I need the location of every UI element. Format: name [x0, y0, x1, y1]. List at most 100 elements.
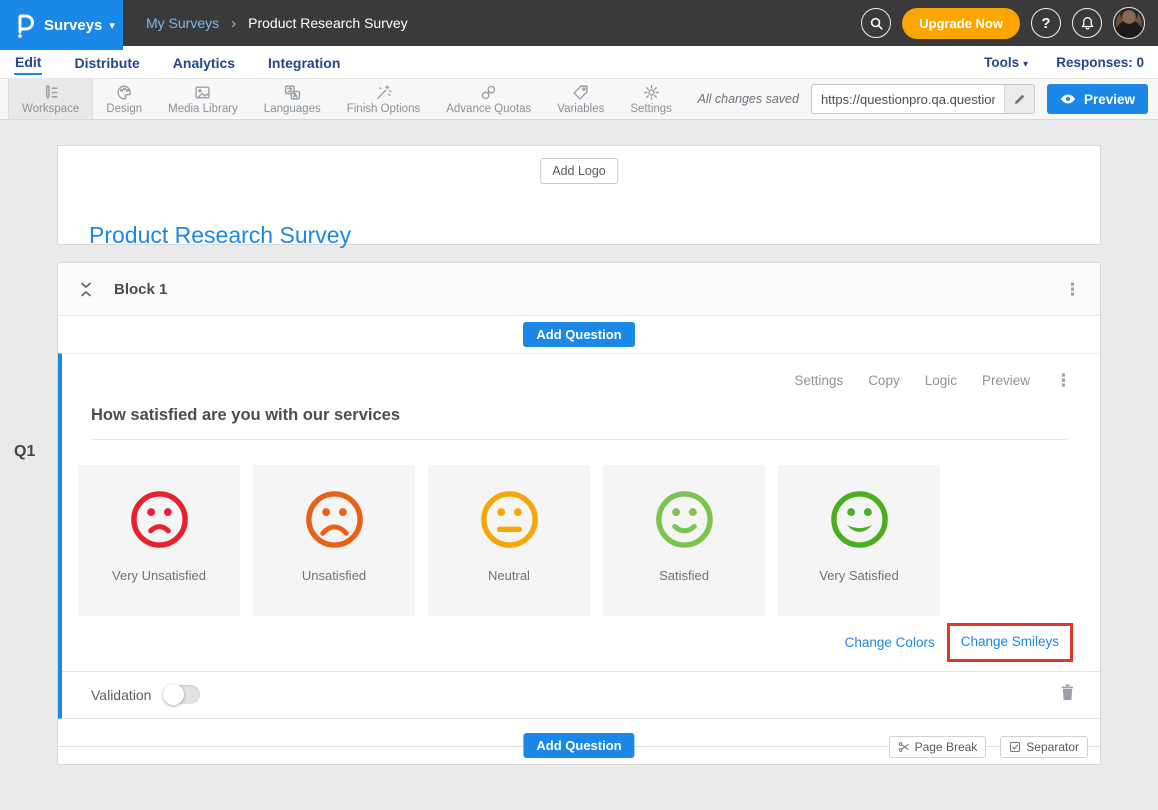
breadcrumb-my-surveys[interactable]: My Surveys	[146, 15, 219, 31]
tools-menu[interactable]: Tools▾	[984, 55, 1028, 70]
smile-smiley-icon	[653, 488, 716, 551]
option-very-satisfied[interactable]: Very Satisfied	[778, 465, 940, 616]
validation-toggle[interactable]	[163, 685, 200, 704]
option-label: Neutral	[488, 568, 530, 583]
change-smileys-link[interactable]: Change Smileys	[961, 634, 1059, 649]
question-settings-link[interactable]: Settings	[794, 373, 843, 388]
collapse-icon	[79, 281, 93, 298]
option-unsatisfied[interactable]: Unsatisfied	[253, 465, 415, 616]
preview-button[interactable]: Preview	[1047, 84, 1148, 114]
block-footer: Add Question Page Break Separator	[58, 719, 1100, 764]
block-card: Block 1 ⋮ Add Question Settings Copy Log…	[57, 262, 1101, 765]
validation-label: Validation	[91, 687, 151, 703]
frown-smiley-icon	[128, 488, 191, 551]
edit-url-button[interactable]	[1004, 85, 1034, 113]
palette-icon	[116, 84, 133, 101]
block-header: Block 1 ⋮	[58, 263, 1100, 316]
option-neutral[interactable]: Neutral	[428, 465, 590, 616]
question-card: Settings Copy Logic Preview ⋮ How satisf…	[58, 353, 1100, 719]
topbar-actions: Upgrade Now ?	[861, 7, 1158, 39]
question-actions: Settings Copy Logic Preview ⋮	[62, 354, 1100, 389]
option-label: Very Satisfied	[819, 568, 899, 583]
survey-workspace: Q1 Add Logo Product Research Survey Bloc…	[0, 145, 1158, 810]
chevron-down-icon: ▾	[1023, 59, 1028, 70]
question-preview-link[interactable]: Preview	[982, 373, 1030, 388]
question-index: Q1	[14, 443, 35, 461]
upgrade-now-button[interactable]: Upgrade Now	[902, 8, 1020, 39]
toolbar-item-variables[interactable]: Variables	[544, 79, 617, 119]
pencil-icon	[1013, 93, 1026, 106]
checkbox-checked-icon	[1009, 741, 1021, 753]
smiley-settings-links: Change Colors Change Smileys	[62, 623, 1073, 662]
tab-integration[interactable]: Integration	[267, 50, 341, 74]
product-menu[interactable]: Surveys ▾	[0, 0, 123, 50]
block-menu-button[interactable]: ⋮	[1064, 281, 1081, 298]
validation-row: Validation	[62, 671, 1100, 717]
search-button[interactable]	[861, 8, 891, 38]
question-text[interactable]: How satisfied are you with our services	[91, 406, 1067, 440]
responses-count[interactable]: Responses: 0	[1056, 55, 1144, 70]
toolbar-item-languages[interactable]: Languages	[251, 79, 334, 119]
survey-title[interactable]: Product Research Survey	[89, 222, 351, 249]
separator-button[interactable]: Separator	[1000, 736, 1088, 758]
neutral-smiley-icon	[478, 488, 541, 551]
question-copy-link[interactable]: Copy	[868, 373, 900, 388]
help-button[interactable]: ?	[1031, 8, 1061, 38]
notifications-button[interactable]	[1072, 8, 1102, 38]
survey-nav-right: Tools▾ Responses: 0	[984, 55, 1144, 70]
save-status: All changes saved	[698, 92, 799, 106]
option-label: Satisfied	[659, 568, 709, 583]
eye-icon	[1060, 93, 1076, 105]
add-logo-button[interactable]: Add Logo	[540, 158, 618, 184]
question-logic-link[interactable]: Logic	[925, 373, 957, 388]
breadcrumb: My Surveys › Product Research Survey	[146, 15, 408, 32]
chevron-down-icon: ▾	[109, 19, 115, 32]
option-label: Very Unsatisfied	[112, 568, 206, 583]
tab-distribute[interactable]: Distribute	[73, 50, 140, 74]
user-avatar[interactable]	[1113, 7, 1145, 39]
option-label: Unsatisfied	[302, 568, 366, 583]
toggle-knob	[163, 684, 184, 705]
topbar: Surveys ▾ My Surveys › Product Research …	[0, 0, 1158, 46]
toolbar-item-media-library[interactable]: Media Library	[155, 79, 251, 119]
question-mark-icon: ?	[1041, 15, 1050, 32]
tag-icon	[572, 84, 589, 101]
survey-nav: Edit Distribute Analytics Integration To…	[0, 46, 1158, 78]
image-icon	[194, 84, 211, 101]
product-menu-label: Surveys	[44, 17, 102, 34]
search-icon	[869, 16, 884, 31]
add-question-button-top[interactable]: Add Question	[523, 322, 634, 347]
toolbar-item-advance-quotas[interactable]: Advance Quotas	[433, 79, 544, 119]
translate-icon	[284, 84, 301, 101]
chain-link-icon	[480, 84, 497, 101]
gear-icon	[643, 84, 660, 101]
bell-icon	[1080, 16, 1095, 31]
add-question-button-bottom[interactable]: Add Question	[523, 733, 634, 758]
tab-analytics[interactable]: Analytics	[172, 50, 236, 74]
annotation-highlight-box: Change Smileys	[947, 623, 1073, 662]
editor-toolbar: Workspace Design Media Library Languages…	[0, 78, 1158, 120]
question-menu-button[interactable]: ⋮	[1055, 372, 1072, 389]
toolbar-right: All changes saved Preview	[698, 79, 1158, 119]
toolbar-item-finish-options[interactable]: Finish Options	[334, 79, 434, 119]
survey-header-card: Add Logo Product Research Survey	[57, 145, 1101, 245]
option-very-unsatisfied[interactable]: Very Unsatisfied	[78, 465, 240, 616]
delete-question-button[interactable]	[1061, 684, 1074, 705]
tab-edit[interactable]: Edit	[14, 49, 42, 75]
toolbar-item-design[interactable]: Design	[93, 79, 155, 119]
trash-icon	[1061, 684, 1074, 700]
toolbar-item-settings[interactable]: Settings	[617, 79, 685, 119]
block-footer-tools: Page Break Separator	[889, 736, 1088, 758]
magic-wand-icon	[375, 84, 392, 101]
page-break-button[interactable]: Page Break	[889, 736, 987, 758]
breadcrumb-separator-icon: ›	[231, 15, 236, 32]
survey-url-box	[811, 84, 1035, 114]
collapse-block-button[interactable]	[79, 281, 93, 298]
change-colors-link[interactable]: Change Colors	[845, 635, 935, 650]
block-title: Block 1	[114, 281, 167, 298]
smiley-options: Very Unsatisfied Unsatisfied Neutral	[78, 465, 1100, 616]
deep-frown-smiley-icon	[303, 488, 366, 551]
toolbar-item-workspace[interactable]: Workspace	[8, 79, 93, 119]
survey-url-input[interactable]	[812, 85, 1004, 113]
option-satisfied[interactable]: Satisfied	[603, 465, 765, 616]
